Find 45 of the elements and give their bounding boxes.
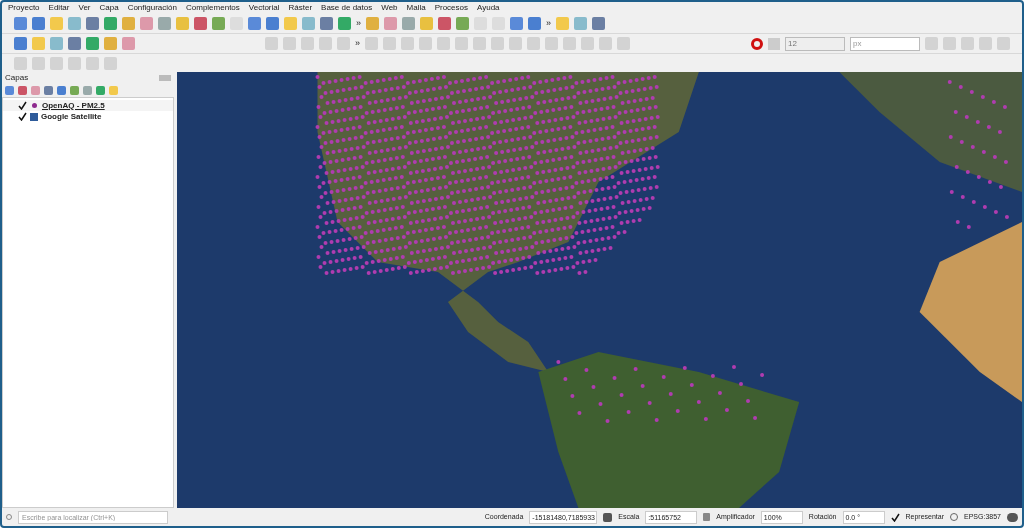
toolbar-button[interactable] [104,17,117,30]
menu-item[interactable]: Capa [99,2,119,14]
toolbar-button[interactable] [574,17,588,30]
toolbar-button[interactable] [68,37,81,50]
toolbar-button[interactable] [338,17,351,30]
menu-item[interactable]: Vectorial [248,2,280,14]
panel-title: Capas [5,71,29,84]
menu-item[interactable]: Editar [48,2,70,14]
layer-checkbox[interactable] [18,101,27,110]
menu-item[interactable]: Ráster [288,2,313,14]
overflow-button[interactable]: » [546,16,552,31]
menu-item[interactable]: Web [381,2,398,14]
toolbar-button[interactable] [86,37,99,50]
toolbar-button[interactable] [86,17,99,30]
toolbar-button[interactable] [402,17,415,30]
toolbar-button[interactable] [212,17,225,30]
menu-item[interactable]: Complementos [186,2,240,14]
render-checkbox[interactable] [890,512,900,522]
toolbar-button[interactable] [438,17,451,30]
menu-item[interactable]: Procesos [434,2,468,14]
toolbar-button[interactable] [528,17,541,30]
toolbar-button[interactable] [510,17,523,30]
point-symbol-icon [32,103,37,108]
raster-icon [30,112,38,121]
toolbar-button[interactable] [14,37,27,50]
menu-item[interactable]: Configuración [127,2,177,14]
toolbar-button[interactable] [456,17,469,30]
menu-item[interactable]: Proyecto [8,2,40,14]
menu-item[interactable]: Ayuda [477,2,500,14]
menu-item[interactable]: Malla [406,2,426,14]
toolbar-button[interactable] [320,17,333,30]
toolbar-button[interactable] [592,17,606,30]
toolbar-button[interactable] [248,17,261,30]
toolbar-button[interactable] [158,17,171,30]
layer-checkbox[interactable] [18,112,27,121]
toolbar-button[interactable] [194,17,207,30]
layer-item[interactable]: Google Satellite [41,110,102,123]
overflow-button[interactable]: » [355,36,360,51]
menu-item[interactable]: Base de datos [321,2,373,14]
menu-item[interactable]: Ver [78,2,91,14]
toolbar-button[interactable] [14,17,27,30]
toolbar-button[interactable] [32,17,45,30]
toolbar-button[interactable] [266,17,279,30]
overflow-button[interactable]: » [356,16,361,31]
tolerance-field[interactable]: 12 [785,36,845,51]
